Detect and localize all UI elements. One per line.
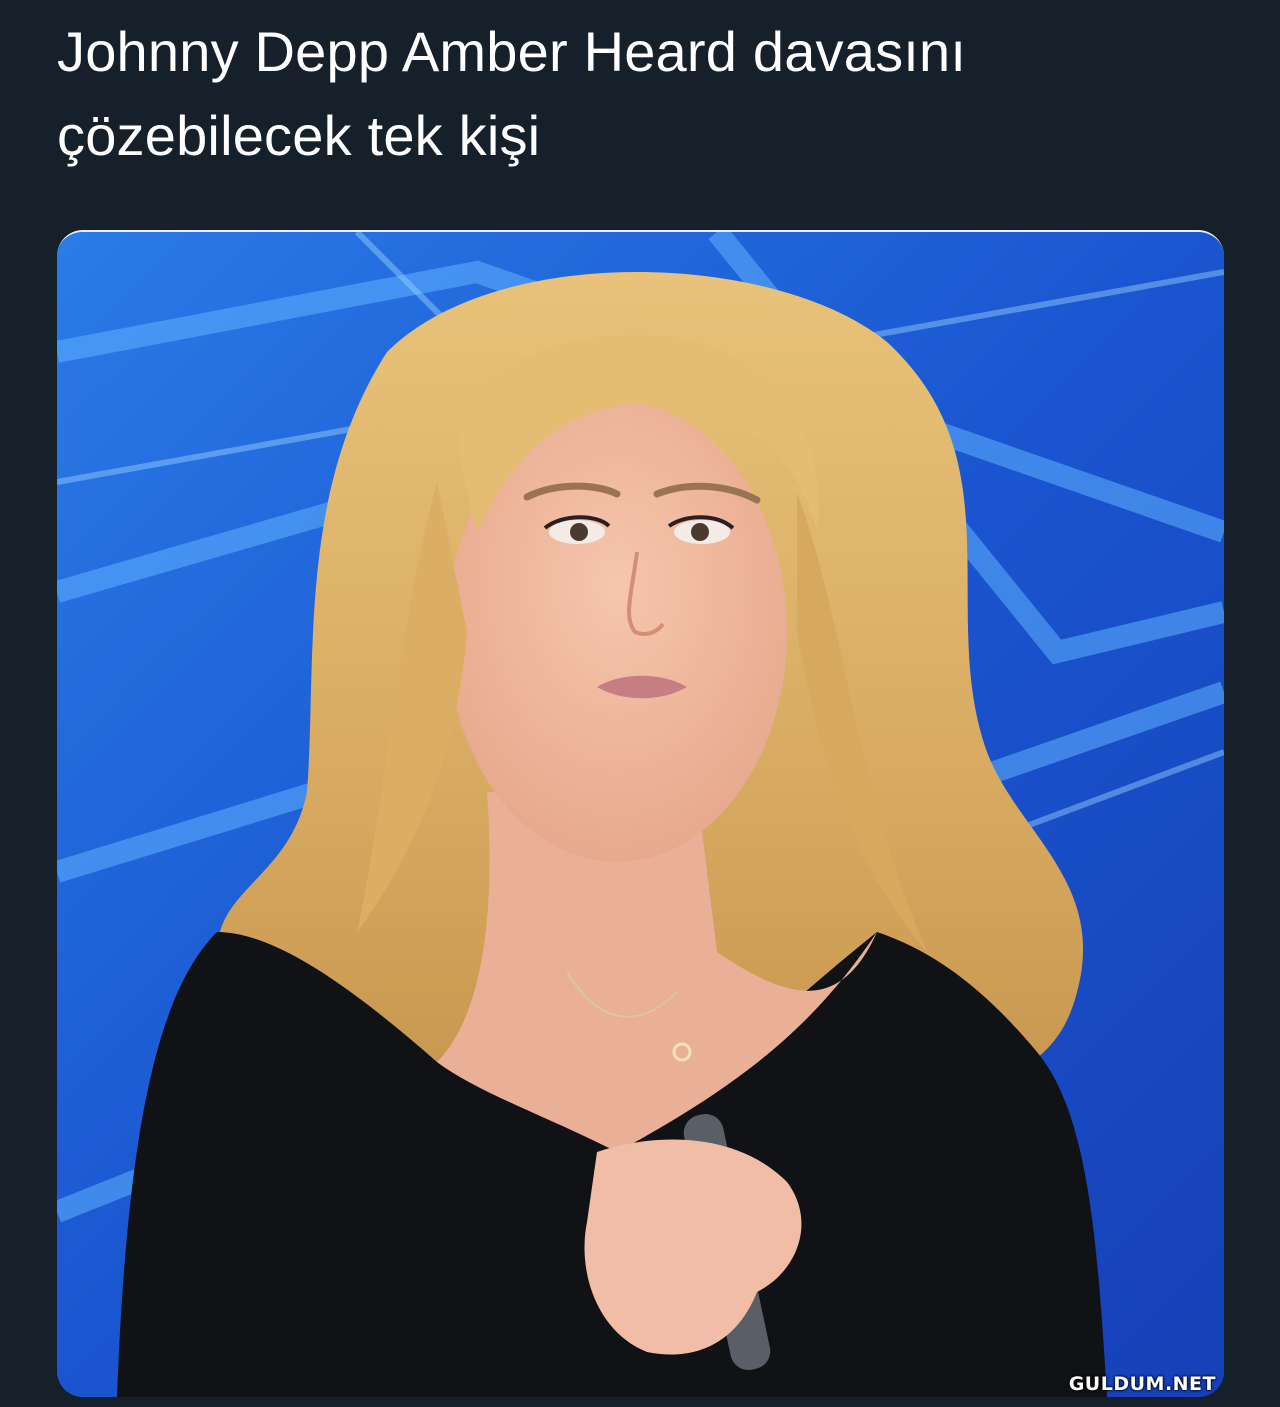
- presenter-photo-illustration: [57, 232, 1224, 1397]
- tweet-text-line-2: çözebilecek tek kişi: [57, 104, 541, 167]
- tweet-media-image[interactable]: GULDUM.NET: [57, 230, 1224, 1397]
- tweet-text: Johnny Depp Amber Heard davasını çözebil…: [57, 10, 1217, 178]
- tweet-text-line-1: Johnny Depp Amber Heard davasını: [57, 20, 967, 83]
- watermark: GULDUM.NET: [1068, 1373, 1216, 1395]
